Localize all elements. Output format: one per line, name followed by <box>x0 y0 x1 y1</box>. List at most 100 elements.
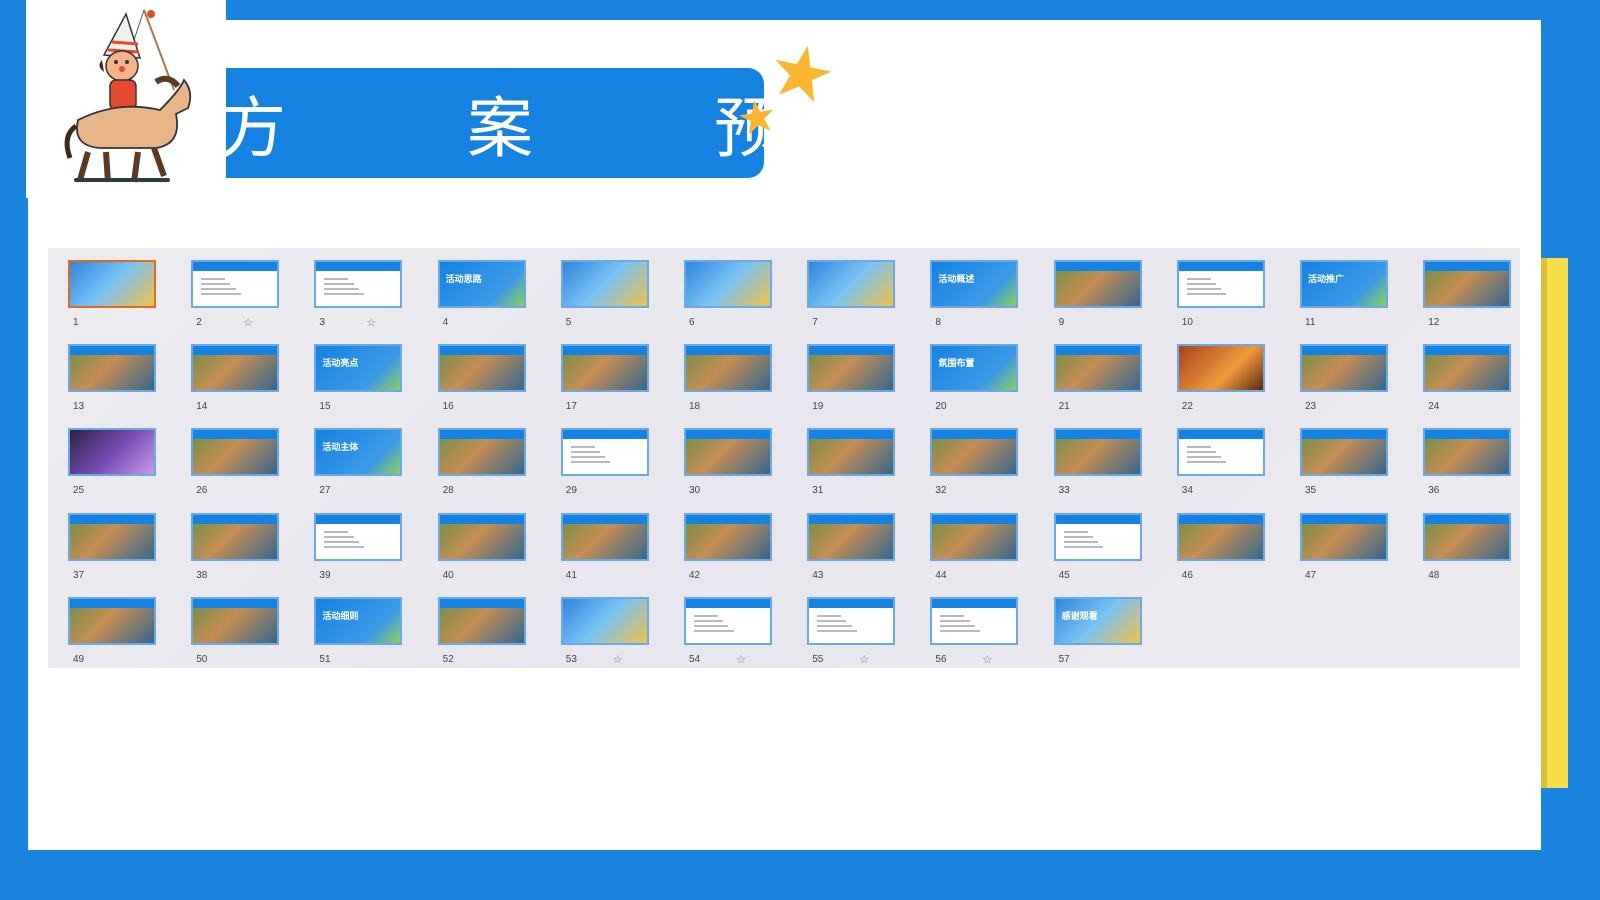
slide-thumbnail-image[interactable] <box>1300 344 1388 393</box>
slide-thumbnail[interactable]: 23 <box>1300 344 1420 424</box>
slide-thumbnail[interactable]: 18 <box>684 344 804 424</box>
slide-thumbnail-image[interactable] <box>191 512 280 561</box>
slide-thumbnail-image[interactable] <box>807 260 896 308</box>
slide-thumbnail-image[interactable] <box>1423 428 1512 477</box>
slide-thumbnail-image[interactable] <box>560 596 649 645</box>
slide-thumbnail[interactable]: 50 <box>191 596 311 677</box>
slide-thumbnail-image[interactable] <box>1300 512 1388 561</box>
slide-thumbnail[interactable]: 7 <box>807 260 927 340</box>
slide-thumbnail-image[interactable] <box>68 428 156 477</box>
slide-thumbnail[interactable]: 48 <box>1423 512 1543 593</box>
slide-thumbnail[interactable]: 19 <box>807 344 927 424</box>
slide-thumbnail-image[interactable] <box>314 260 403 308</box>
slide-thumbnail-image[interactable] <box>1053 260 1142 308</box>
slide-thumbnail-image[interactable] <box>684 260 772 308</box>
slide-thumbnail-image[interactable] <box>930 596 1019 645</box>
slide-thumbnail[interactable]: 34 <box>1176 428 1297 508</box>
slide-thumbnail-image[interactable] <box>437 344 526 393</box>
slide-thumbnail-image[interactable] <box>1053 428 1142 477</box>
slide-thumbnail-image[interactable] <box>68 512 156 561</box>
slide-thumbnail[interactable]: 41 <box>560 512 681 593</box>
slide-thumbnail[interactable]: 54 ☆ <box>684 596 804 677</box>
slide-thumbnail[interactable]: 21 <box>1053 344 1174 424</box>
slide-thumbnail[interactable]: 40 <box>437 512 558 593</box>
slide-thumbnail[interactable]: 12 <box>1423 260 1543 340</box>
slide-thumbnail[interactable]: 9 <box>1053 260 1174 340</box>
slide-thumbnail-image[interactable] <box>807 344 896 393</box>
slide-thumbnail[interactable]: 26 <box>191 428 311 508</box>
slide-thumbnail[interactable]: 活动亮点 15 <box>314 344 434 424</box>
slide-thumbnail[interactable]: 13 <box>68 344 188 424</box>
slide-thumbnail-image[interactable] <box>437 512 526 561</box>
slide-thumbnail-image[interactable] <box>1053 512 1142 561</box>
slide-thumbnail[interactable]: 25 <box>68 428 188 508</box>
slide-thumbnail[interactable]: 感谢观看 57 <box>1053 596 1174 677</box>
slide-thumbnail[interactable]: 6 <box>684 260 804 340</box>
slide-thumbnail-image[interactable] <box>314 512 403 561</box>
slide-thumbnail[interactable]: 33 <box>1053 428 1174 508</box>
slide-thumbnail-image[interactable] <box>560 428 649 477</box>
slide-thumbnail-image[interactable] <box>684 596 772 645</box>
slide-thumbnail[interactable]: 1 <box>68 260 188 340</box>
slide-thumbnail-image[interactable] <box>560 260 649 308</box>
slide-thumbnail[interactable]: 活动概述 8 <box>930 260 1050 340</box>
slide-thumbnail-image[interactable] <box>807 512 896 561</box>
slide-thumbnail[interactable]: 46 <box>1176 512 1297 593</box>
slide-thumbnail-image[interactable] <box>1176 428 1265 477</box>
slide-thumbnail[interactable]: 36 <box>1423 428 1543 508</box>
slide-thumbnail-image[interactable] <box>684 344 772 393</box>
slide-thumbnail[interactable]: 42 <box>684 512 804 593</box>
slide-thumbnail-image[interactable] <box>560 344 649 393</box>
slide-thumbnail-image[interactable] <box>437 596 526 645</box>
slide-thumbnail[interactable]: 5 <box>560 260 681 340</box>
slide-thumbnail-image[interactable] <box>191 344 280 393</box>
slide-thumbnail-image[interactable]: 感谢观看 <box>1053 596 1142 645</box>
slide-thumbnail-image[interactable] <box>68 596 156 645</box>
slide-thumbnail[interactable]: 氛围布置 20 <box>930 344 1050 424</box>
slide-thumbnail[interactable]: 28 <box>437 428 558 508</box>
slide-thumbnail-image[interactable] <box>68 344 156 393</box>
slide-thumbnail[interactable]: 17 <box>560 344 681 424</box>
slide-thumbnail-image[interactable] <box>1423 512 1512 561</box>
slide-thumbnail[interactable]: 活动主体 27 <box>314 428 434 508</box>
slide-thumbnail[interactable]: 31 <box>807 428 927 508</box>
slide-thumbnail-image[interactable] <box>1176 512 1265 561</box>
slide-thumbnail[interactable]: 2 ☆ <box>191 260 311 340</box>
slide-thumbnail-image[interactable]: 活动亮点 <box>314 344 403 393</box>
slide-thumbnail-image[interactable] <box>930 428 1019 477</box>
slide-thumbnail[interactable]: 活动思路 4 <box>437 260 558 340</box>
slide-thumbnail-image[interactable] <box>807 428 896 477</box>
slide-thumbnail[interactable]: 24 <box>1423 344 1543 424</box>
slide-thumbnail-image[interactable] <box>1176 344 1265 393</box>
slide-thumbnail-image[interactable] <box>684 512 772 561</box>
slide-thumbnail[interactable]: 3 ☆ <box>314 260 434 340</box>
slide-thumbnail-image[interactable]: 氛围布置 <box>930 344 1019 393</box>
slide-thumbnail-image[interactable] <box>191 260 280 308</box>
slide-thumbnail[interactable]: 43 <box>807 512 927 593</box>
slide-thumbnail[interactable]: 47 <box>1300 512 1420 593</box>
slide-thumbnail[interactable]: 16 <box>437 344 558 424</box>
slide-thumbnail-image[interactable] <box>437 428 526 477</box>
slide-thumbnail[interactable]: 活动推广 11 <box>1300 260 1420 340</box>
slide-thumbnail[interactable]: 22 <box>1176 344 1297 424</box>
slide-thumbnail[interactable]: 活动细则 51 <box>314 596 434 677</box>
slide-thumbnail[interactable]: 38 <box>191 512 311 593</box>
slide-thumbnail[interactable]: 35 <box>1300 428 1420 508</box>
slide-thumbnail-image[interactable]: 活动细则 <box>314 596 403 645</box>
slide-thumbnail-image[interactable] <box>684 428 772 477</box>
slide-thumbnail[interactable]: 10 <box>1176 260 1297 340</box>
slide-thumbnail-image[interactable] <box>560 512 649 561</box>
slide-thumbnail[interactable]: 37 <box>68 512 188 593</box>
slide-thumbnail-image[interactable] <box>68 260 156 308</box>
slide-thumbnail-image[interactable] <box>807 596 896 645</box>
slide-thumbnail-image[interactable]: 活动推广 <box>1300 260 1388 308</box>
slide-thumbnail-image[interactable] <box>1423 260 1512 308</box>
slide-thumbnail-image[interactable] <box>1423 344 1512 393</box>
slide-thumbnail-image[interactable] <box>191 428 280 477</box>
slide-thumbnail-image[interactable] <box>1300 428 1388 477</box>
slide-thumbnail-image[interactable]: 活动概述 <box>930 260 1019 308</box>
slide-thumbnail[interactable]: 55 ☆ <box>807 596 927 677</box>
slide-thumbnail[interactable]: 45 <box>1053 512 1174 593</box>
slide-thumbnail-image[interactable]: 活动主体 <box>314 428 403 477</box>
slide-thumbnail-image[interactable] <box>1176 260 1265 308</box>
